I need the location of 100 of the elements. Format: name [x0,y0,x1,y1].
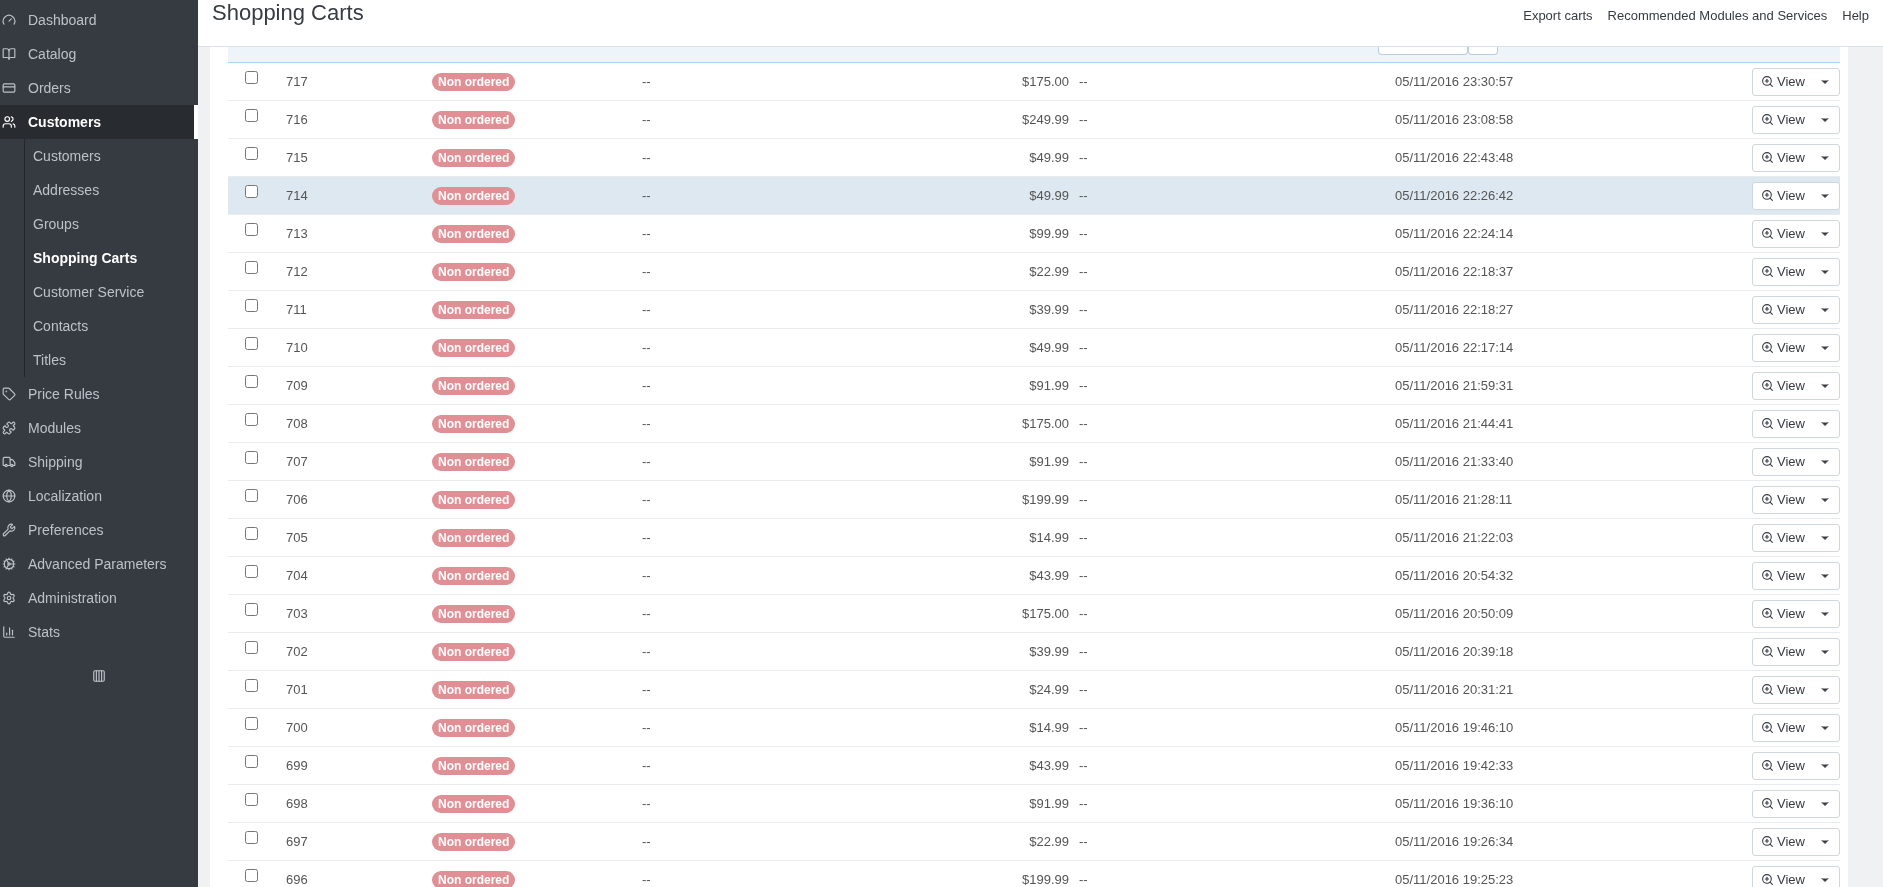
row-checkbox[interactable] [245,603,258,616]
sidebar-item[interactable]: Advanced Parameters [0,547,198,581]
carrier-cell-text: -- [1079,718,1089,737]
row-checkbox[interactable] [245,413,258,426]
row-checkbox[interactable] [245,337,258,350]
view-button[interactable]: View [1752,219,1840,248]
sidebar-item[interactable]: Dashboard [0,3,198,37]
filter-field[interactable] [1378,47,1468,55]
customer-cell-text: -- [642,262,652,281]
status-badge: Non ordered [432,414,516,433]
date-cell-text: 05/11/2016 22:26:42 [1395,186,1515,205]
sidebar-item[interactable]: Administration [0,581,198,615]
tag-icon [2,387,16,401]
view-button[interactable]: View [1752,561,1840,590]
status-badge: Non ordered [432,566,516,585]
view-button[interactable]: View [1752,67,1840,96]
total-cell-text: $49.99 [1028,148,1069,167]
view-button[interactable]: View [1752,485,1840,514]
cart-id: 706 [286,490,309,509]
row-checkbox[interactable] [245,793,258,806]
view-button[interactable]: View [1752,713,1840,742]
view-button[interactable]: View [1752,751,1840,780]
search-icon [1761,455,1774,468]
toolbar-link[interactable]: Recommended Modules and Services [1607,6,1828,26]
row-checkbox[interactable] [245,109,258,122]
row-checkbox[interactable] [245,641,258,654]
submenu-item[interactable]: Contacts [25,309,198,343]
people-icon [2,115,16,129]
carrier-cell-text: -- [1079,376,1089,395]
row-checkbox[interactable] [245,299,258,312]
carrier-cell-text: -- [1079,186,1089,205]
date-cell-text: 05/11/2016 21:22:03 [1395,528,1515,547]
sidebar-item[interactable]: Shipping [0,445,198,479]
row-checkbox[interactable] [245,451,258,464]
carrier-cell-text: -- [1079,414,1089,433]
sidebar-item[interactable]: Preferences [0,513,198,547]
collapse-icon[interactable] [92,669,106,683]
cart-id: 709 [286,376,309,395]
row-checkbox[interactable] [245,869,258,882]
date-cell-text: 05/11/2016 19:25:23 [1395,870,1515,887]
page-title: Shopping Carts [212,2,364,24]
sidebar-item[interactable]: Price Rules [0,377,198,411]
view-button[interactable]: View [1752,257,1840,286]
search-icon [1761,75,1774,88]
row-checkbox[interactable] [245,223,258,236]
submenu-item[interactable]: Customer Service [25,275,198,309]
row-checkbox[interactable] [245,565,258,578]
view-button[interactable]: View [1752,409,1840,438]
view-button[interactable]: View [1752,333,1840,362]
customer-cell-text: -- [642,490,652,509]
view-button[interactable]: View [1752,865,1840,887]
submenu-item[interactable]: Customers [25,139,198,173]
row-checkbox[interactable] [245,71,258,84]
date-cell-text: 05/11/2016 23:30:57 [1395,72,1515,91]
sidebar-item[interactable]: Modules [0,411,198,445]
view-button[interactable]: View [1752,447,1840,476]
submenu-item[interactable]: Addresses [25,173,198,207]
view-button[interactable]: View [1752,295,1840,324]
row-checkbox[interactable] [245,527,258,540]
row-checkbox[interactable] [245,375,258,388]
row-checkbox[interactable] [245,185,258,198]
search-icon [1761,265,1774,278]
toolbar-link[interactable]: Help [1842,6,1869,26]
toolbar-link[interactable]: Export carts [1523,6,1593,26]
submenu-item[interactable]: Titles [25,343,198,377]
search-icon [1761,569,1774,582]
view-button[interactable]: View [1752,143,1840,172]
total-cell-text: $49.99 [1028,338,1069,357]
submenu-item[interactable]: Shopping Carts [25,241,198,275]
view-button[interactable]: View [1752,789,1840,818]
carrier-cell-text: -- [1079,870,1089,887]
view-button[interactable]: View [1752,181,1840,210]
sidebar-item[interactable]: Stats [0,615,198,649]
view-button[interactable]: View [1752,371,1840,400]
row-checkbox[interactable] [245,831,258,844]
carrier-cell-text: -- [1079,72,1089,91]
total-cell-text: $39.99 [1028,642,1069,661]
sidebar-item[interactable]: Orders [0,71,198,105]
view-button[interactable]: View [1752,675,1840,704]
sidebar-item[interactable]: Customers [0,105,198,139]
total-cell-text: $22.99 [1028,832,1069,851]
submenu-item[interactable]: Groups [25,207,198,241]
view-button[interactable]: View [1752,637,1840,666]
row-checkbox[interactable] [245,147,258,160]
row-checkbox[interactable] [245,489,258,502]
carrier-cell-text: -- [1079,338,1089,357]
view-button[interactable]: View [1752,599,1840,628]
date-cell-text: 05/11/2016 19:26:34 [1395,832,1515,851]
row-checkbox[interactable] [245,717,258,730]
view-button[interactable]: View [1752,827,1840,856]
view-button[interactable]: View [1752,105,1840,134]
total-cell-text: $249.99 [1021,110,1069,129]
row-checkbox[interactable] [245,679,258,692]
sidebar-item[interactable]: Catalog [0,37,198,71]
view-button[interactable]: View [1752,523,1840,552]
search-icon [1761,417,1774,430]
sidebar-item[interactable]: Localization [0,479,198,513]
cart-id: 701 [286,680,309,699]
row-checkbox[interactable] [245,261,258,274]
row-checkbox[interactable] [245,755,258,768]
